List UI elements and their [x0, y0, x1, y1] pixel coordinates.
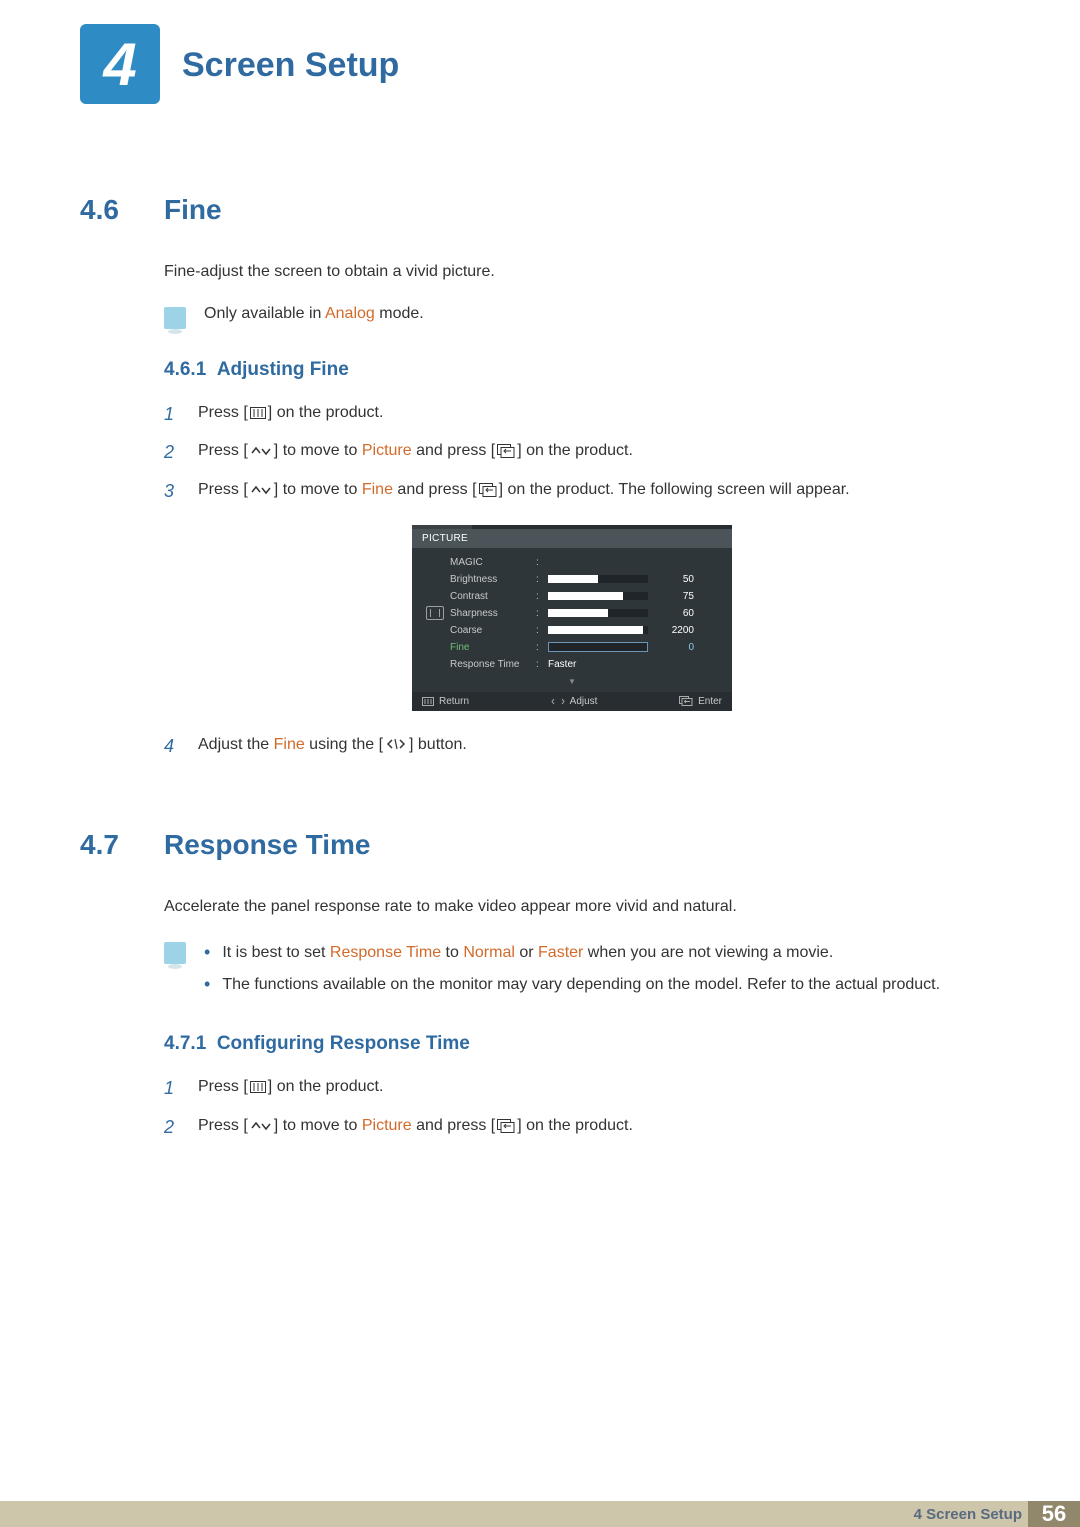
menu-icon — [250, 1081, 266, 1093]
step-number: 2 — [164, 437, 182, 468]
step-number: 1 — [164, 399, 182, 430]
osd-row-magic: MAGIC — [450, 557, 528, 568]
step-2: 2 Press [ ] to move to Picture and press … — [164, 1112, 980, 1143]
step-3: 3 Press [ ] to move to Fine and press [ ] … — [164, 476, 980, 507]
updown-icon — [250, 484, 272, 496]
subsection-title: 4.6.1 Adjusting Fine — [164, 359, 980, 381]
subsection-heading: Adjusting Fine — [217, 359, 349, 380]
step-number: 2 — [164, 1112, 182, 1143]
note-item: •The functions available on the monitor … — [204, 972, 940, 998]
osd-row-sharpness: Sharpness — [450, 608, 528, 619]
step-text: ] to move to — [274, 481, 362, 498]
osd-row-response: Response Time — [450, 659, 528, 670]
section-number: 4.6 — [80, 194, 164, 769]
enter-icon — [479, 483, 497, 497]
osd-val-sharpness: 60 — [656, 608, 694, 619]
step-2: 2 Press [ ] to move to Picture and press … — [164, 437, 980, 468]
osd-foot-adjust: Adjust — [551, 696, 598, 707]
chapter-badge: 4 — [80, 24, 160, 104]
note-text-highlight: Analog — [325, 305, 375, 322]
osd-menu-icon — [426, 606, 444, 620]
osd-foot-return: Return — [422, 696, 469, 707]
step-text: ] button. — [409, 736, 467, 753]
step-text: ] on the product. — [517, 442, 633, 459]
osd-row-contrast: Contrast — [450, 591, 528, 602]
step-text: ] to move to — [274, 1117, 362, 1134]
intro-text: Accelerate the panel response rate to ma… — [164, 895, 980, 920]
note: •It is best to set Response Time to Norm… — [164, 940, 980, 1003]
step-highlight: Picture — [362, 1117, 412, 1134]
step-text: ] on the product. — [268, 404, 384, 421]
footer-text: 4 Screen Setup — [914, 1506, 1022, 1523]
subsection-number: 4.6.1 — [164, 359, 206, 380]
leftright-icon — [385, 738, 407, 750]
osd-val-fine: 0 — [656, 642, 694, 653]
osd-val-response: Faster — [548, 659, 576, 670]
step-number: 3 — [164, 476, 182, 507]
step-highlight: Picture — [362, 442, 412, 459]
step-number: 4 — [164, 731, 182, 762]
step-text: Press [ — [198, 404, 248, 421]
note-icon — [164, 942, 186, 964]
step-text: and press [ — [393, 481, 477, 498]
step-text: Press [ — [198, 481, 248, 498]
subsection-number: 4.7.1 — [164, 1033, 206, 1054]
osd-val-coarse: 2200 — [656, 625, 694, 636]
step-text: and press [ — [412, 1117, 496, 1134]
osd-row-brightness: Brightness — [450, 574, 528, 585]
osd-screenshot: PICTURE MAGIC: Brightness:50 Contrast:75… — [412, 525, 732, 711]
updown-icon — [250, 445, 272, 457]
section-4-7: 4.7 Response Time Accelerate the panel r… — [80, 829, 980, 1150]
section-title: Fine — [164, 194, 980, 226]
page-title: Screen Setup — [182, 24, 399, 85]
osd-val-contrast: 75 — [656, 591, 694, 602]
page-header: 4 Screen Setup — [0, 0, 1080, 104]
note-text-post: mode. — [375, 305, 424, 322]
subsection-heading: Configuring Response Time — [217, 1033, 470, 1054]
step-1: 1 Press [ ] on the product. — [164, 1073, 980, 1104]
note: Only available in Analog mode. — [164, 305, 980, 329]
step-text: ] to move to — [274, 442, 362, 459]
step-text: ] on the product. The following screen w… — [499, 481, 850, 498]
page-footer: 4 Screen Setup 56 — [0, 1501, 1080, 1527]
step-text: and press [ — [412, 442, 496, 459]
step-text: Press [ — [198, 1078, 248, 1095]
steps-list-cont: 4 Adjust the Fine using the [ ] button. — [164, 731, 980, 762]
step-text: Adjust the — [198, 736, 274, 753]
steps-list: 1 Press [ ] on the product. 2 Press [ ] to… — [164, 1073, 980, 1142]
osd-row-coarse: Coarse — [450, 625, 528, 636]
osd-foot-enter: Enter — [679, 696, 722, 707]
note-text-pre: Only available in — [204, 305, 325, 322]
step-highlight: Fine — [274, 736, 305, 753]
step-text: Press [ — [198, 1117, 248, 1134]
section-4-6: 4.6 Fine Fine-adjust the screen to obtai… — [80, 194, 980, 769]
step-text: ] on the product. — [517, 1117, 633, 1134]
step-text: using the [ — [305, 736, 383, 753]
note-icon — [164, 307, 186, 329]
step-text: ] on the product. — [268, 1078, 384, 1095]
osd-row-fine: Fine — [450, 642, 528, 653]
osd-header: PICTURE — [412, 529, 732, 548]
subsection-title: 4.7.1 Configuring Response Time — [164, 1033, 980, 1055]
section-title: Response Time — [164, 829, 980, 861]
intro-text: Fine-adjust the screen to obtain a vivid… — [164, 260, 980, 285]
steps-list: 1 Press [ ] on the product. 2 Press [ ] to… — [164, 399, 980, 507]
step-1: 1 Press [ ] on the product. — [164, 399, 980, 430]
section-number: 4.7 — [80, 829, 164, 1150]
enter-icon — [497, 1119, 515, 1133]
page-number: 56 — [1028, 1501, 1080, 1527]
step-4: 4 Adjust the Fine using the [ ] button. — [164, 731, 980, 762]
updown-icon — [250, 1120, 272, 1132]
enter-icon — [497, 444, 515, 458]
note-item: •It is best to set Response Time to Norm… — [204, 940, 940, 966]
step-text: Press [ — [198, 442, 248, 459]
osd-val-brightness: 50 — [656, 574, 694, 585]
step-highlight: Fine — [362, 481, 393, 498]
menu-icon — [250, 407, 266, 419]
step-number: 1 — [164, 1073, 182, 1104]
